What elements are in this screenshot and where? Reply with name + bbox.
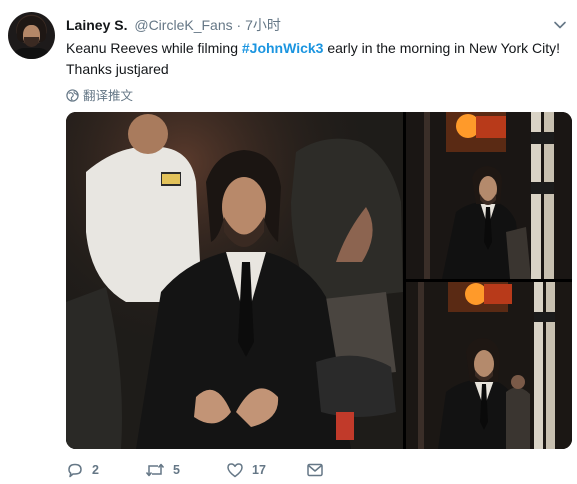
heart-icon [226, 461, 244, 479]
avatar-beard [24, 37, 39, 47]
like-button[interactable]: 17 [226, 461, 266, 479]
display-name[interactable]: Lainey S. [66, 17, 127, 33]
retweet-icon [145, 461, 165, 479]
media-grid [66, 112, 572, 449]
translate-tweet-link[interactable]: 翻译推文 [66, 85, 134, 103]
reply-button[interactable]: 2 [66, 461, 99, 479]
retweet-count: 5 [173, 463, 180, 477]
globe-icon [66, 89, 79, 105]
reply-count: 2 [92, 463, 99, 477]
translate-label: 翻译推文 [83, 89, 134, 103]
separator-dot: · [236, 17, 242, 33]
photo-main[interactable] [66, 112, 403, 449]
tweet-text-before: Keanu Reeves while filming [66, 40, 242, 56]
avatar-body [12, 48, 51, 59]
timestamp[interactable]: 7小时 [245, 17, 281, 33]
retweet-button[interactable]: 5 [145, 461, 180, 479]
chevron-down-icon[interactable] [553, 18, 567, 32]
like-count: 17 [252, 463, 266, 477]
tweet-header: Lainey S. @CircleK_Fans · 7小时 [66, 15, 281, 33]
reply-icon [66, 461, 84, 479]
tweet-actions: 2 5 17 [66, 461, 366, 479]
avatar[interactable] [8, 12, 55, 59]
envelope-icon [306, 461, 324, 479]
hashtag-link[interactable]: #JohnWick3 [242, 40, 324, 56]
direct-message-button[interactable] [306, 461, 324, 479]
tweet-text: Keanu Reeves while filming #JohnWick3 ea… [66, 38, 566, 80]
tweet[interactable]: Lainey S. @CircleK_Fans · 7小时 Keanu Reev… [0, 0, 577, 484]
photo-bottom-right[interactable] [406, 282, 572, 449]
photo-top-right[interactable] [406, 112, 572, 279]
user-handle[interactable]: @CircleK_Fans [134, 17, 232, 33]
